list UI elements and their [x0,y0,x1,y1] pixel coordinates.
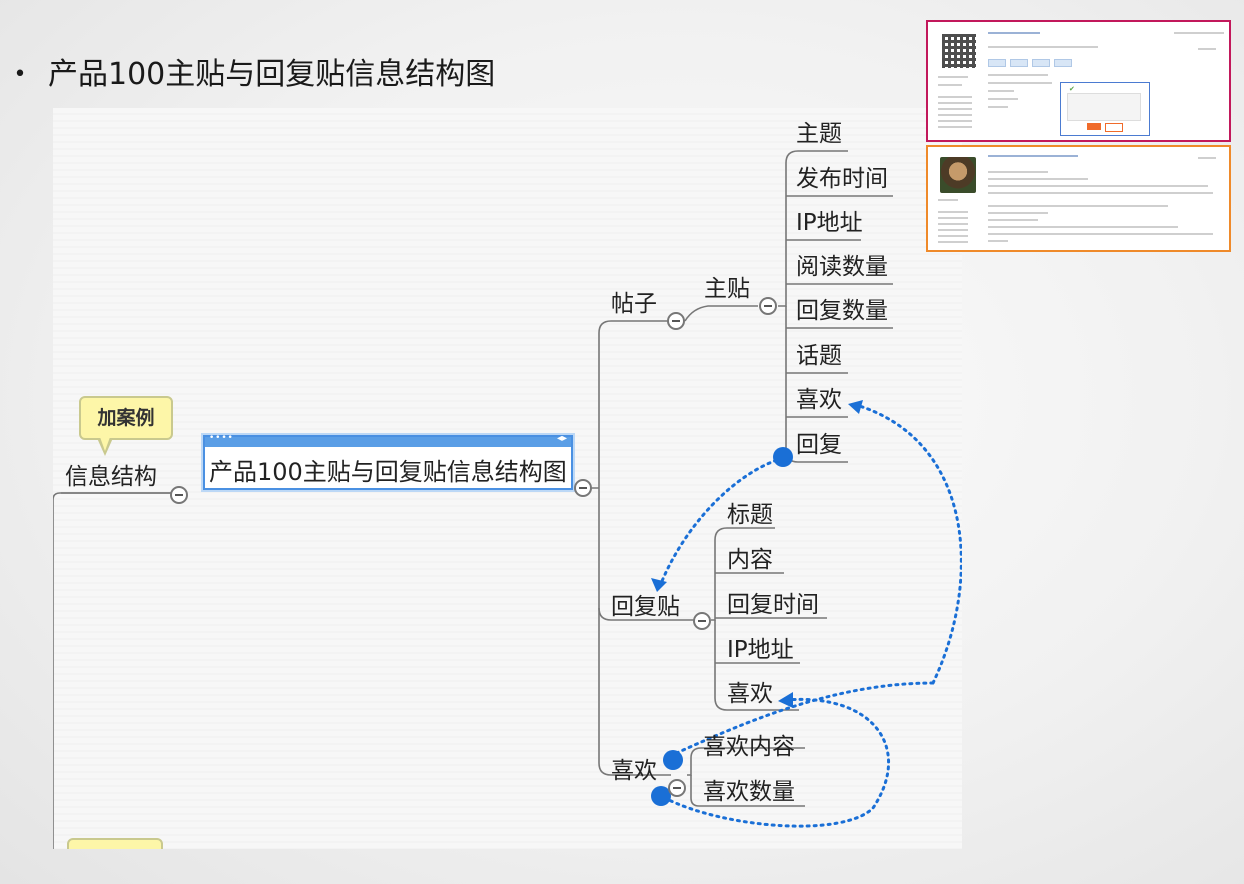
slide-title-text: 产品100主贴与回复贴信息结构图 [48,57,496,92]
reply-post-screenshot-thumbnail [926,145,1231,252]
qr-code-image [942,34,976,68]
check-icon: ✔ [1069,85,1075,93]
reply-post-item[interactable]: 回复时间 [727,591,819,619]
collapse-toggle-like[interactable] [668,779,686,797]
main-post-item[interactable]: 回复 [796,431,842,459]
like-item[interactable]: 喜欢内容 [703,733,795,761]
root-info-structure[interactable]: 信息结构 [65,463,157,491]
bullet: • [13,62,27,87]
main-post-item[interactable]: 发布时间 [796,165,888,193]
branch-main-post[interactable]: 主贴 [704,275,750,303]
collapse-toggle-post[interactable] [667,312,685,330]
user-avatar [940,157,976,193]
main-post-item[interactable]: 喜欢 [796,386,842,414]
central-topic-label: 产品100主贴与回复贴信息结构图 [209,458,567,486]
main-post-item[interactable]: 主题 [796,120,842,148]
reply-post-item[interactable]: 标题 [727,501,773,529]
callout-secondary[interactable] [67,838,163,849]
branch-reply-post[interactable]: 回复贴 [611,593,680,621]
callout-add-case[interactable]: 加案例 [79,396,173,440]
branch-post[interactable]: 帖子 [611,290,657,318]
reply-post-item[interactable]: 喜欢 [727,680,773,708]
main-post-screenshot-thumbnail: ✔ [926,20,1231,142]
central-topic[interactable]: 产品100主贴与回复贴信息结构图 [203,433,573,490]
collapse-toggle-central[interactable] [574,479,592,497]
like-item[interactable]: 喜欢数量 [703,778,795,806]
central-topic-toolbar [205,433,571,447]
like-popup: ✔ [1060,82,1150,136]
collapse-toggle-reply-post[interactable] [693,612,711,630]
collapse-toggle-root[interactable] [170,486,188,504]
main-post-item[interactable]: 阅读数量 [796,253,888,281]
reply-post-item[interactable]: IP地址 [727,636,794,664]
main-post-item[interactable]: IP地址 [796,209,863,237]
mindmap-canvas: 信息结构 加案例 产品100主贴与回复贴信息结构图 帖子 主贴 主题 发布时间 … [53,108,962,849]
main-post-item[interactable]: 回复数量 [796,297,888,325]
branch-like[interactable]: 喜欢 [611,757,657,785]
collapse-toggle-main-post[interactable] [759,297,777,315]
main-post-item[interactable]: 话题 [796,342,842,370]
reply-post-item[interactable]: 内容 [727,546,773,574]
callout-tail-fill [100,437,110,451]
